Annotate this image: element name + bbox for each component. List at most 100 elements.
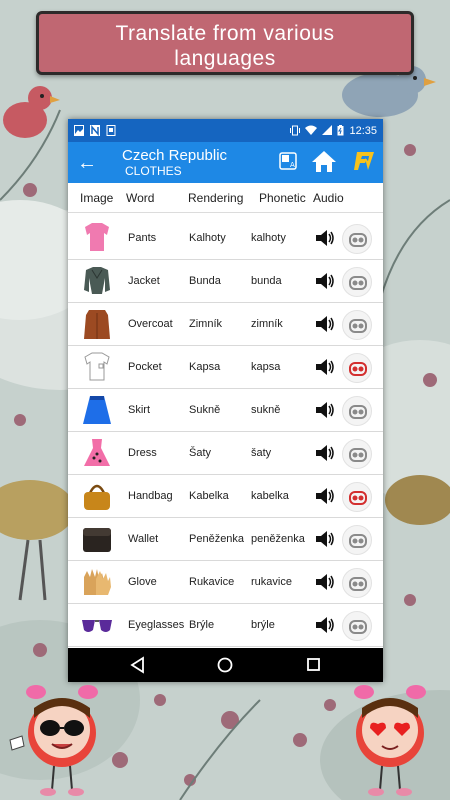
record-mask-icon (349, 620, 367, 634)
page-title: Czech Republic (122, 147, 228, 164)
mascot-girl-sunglasses (9, 685, 98, 796)
speaker-icon[interactable] (314, 227, 336, 249)
word-text: Jacket (128, 275, 160, 287)
rendering-text: Brýle (189, 619, 215, 631)
back-arrow-icon[interactable]: ← (68, 153, 106, 173)
rendering-text: Kalhoty (189, 232, 226, 244)
record-mask-icon (349, 405, 367, 419)
table-row[interactable]: Eyeglasses Brýle brýle (68, 604, 383, 647)
table-row[interactable]: Pocket Kapsa kapsa (68, 346, 383, 389)
rendering-text: Kabelka (189, 490, 229, 502)
speaker-icon[interactable] (314, 614, 336, 636)
table-row[interactable]: Overcoat Zimník zimník (68, 303, 383, 346)
phonetic-text: šaty (251, 447, 272, 459)
mascot-girl-heart-eyes (354, 685, 426, 796)
banner-line-1: Translate from various (115, 22, 335, 45)
record-button[interactable] (342, 310, 372, 340)
speaker-icon[interactable] (314, 571, 336, 593)
record-button[interactable] (342, 353, 372, 383)
rendering-text: Kapsa (189, 361, 221, 373)
speaker-icon[interactable] (314, 528, 336, 550)
rendering-text: Zimník (189, 318, 222, 330)
jacket-icon (84, 267, 110, 294)
record-button[interactable] (342, 525, 372, 555)
record-mask-icon (349, 448, 367, 462)
overcoat-icon (84, 310, 110, 339)
record-button[interactable] (342, 267, 372, 297)
speaker-icon[interactable] (314, 313, 336, 335)
pocket-shirt-icon (84, 352, 110, 381)
download-notification-icon (106, 125, 116, 136)
nav-back-icon[interactable] (130, 656, 144, 674)
record-button[interactable] (342, 396, 372, 426)
table-row[interactable]: Jacket Bunda bunda (68, 260, 383, 303)
skirt-icon (83, 396, 111, 424)
column-header-image: Image (80, 190, 114, 205)
rendering-text: Sukně (189, 404, 221, 416)
handbag-icon (84, 484, 110, 510)
nav-buttons (130, 656, 320, 674)
record-mask-icon (349, 319, 367, 333)
table-row[interactable]: Dress Šaty šaty (68, 432, 383, 475)
eyeglasses-icon (82, 620, 112, 632)
status-time: 12:35 (349, 124, 377, 137)
nav-recents-icon[interactable] (307, 658, 320, 671)
translate-icon[interactable]: A (279, 152, 297, 170)
phonetic-text: sukně (251, 404, 281, 416)
table-row[interactable]: Wallet Peněženka peněženka (68, 518, 383, 561)
phonetic-text: kalhoty (251, 232, 286, 244)
word-text: Pocket (128, 361, 162, 373)
record-mask-icon-active (349, 362, 367, 376)
fv-logo-icon[interactable] (351, 149, 375, 173)
word-text: Eyeglasses (128, 619, 185, 631)
speaker-icon[interactable] (314, 356, 336, 378)
glove-icon (84, 569, 111, 595)
word-text: Overcoat (128, 318, 173, 330)
table-row[interactable]: Handbag Kabelka kabelka (68, 475, 383, 518)
app-bar: ← Czech Republic CLOTHES A (68, 142, 383, 183)
speaker-icon[interactable] (314, 485, 336, 507)
speaker-icon[interactable] (314, 442, 336, 464)
pants-icon (85, 223, 109, 251)
phonetic-text: peněženka (251, 533, 305, 545)
record-button[interactable] (342, 224, 372, 254)
table-row[interactable]: Pants Kalhoty kalhoty (68, 217, 383, 260)
table-row[interactable]: Skirt Sukně sukně (68, 389, 383, 432)
word-text: Dress (128, 447, 157, 459)
vibrate-icon (290, 125, 301, 136)
nav-home-icon[interactable] (217, 657, 233, 673)
vocabulary-list[interactable]: Pants Kalhoty kalhoty Jacket Bunda bunda… (68, 213, 383, 647)
speaker-icon[interactable] (314, 399, 336, 421)
wifi-icon (305, 125, 318, 135)
phonetic-text: bunda (251, 275, 282, 287)
table-header: Image Word Rendering Phonetic Audio (68, 183, 383, 213)
dress-icon (84, 439, 110, 466)
banner-line-2: languages (174, 47, 276, 70)
rendering-text: Šaty (189, 447, 212, 459)
navigation-bar (68, 648, 383, 682)
word-text: Handbag (128, 490, 173, 502)
category-subtitle: CLOTHES (125, 164, 182, 178)
record-mask-icon (349, 233, 367, 247)
phonetic-text: kabelka (251, 490, 289, 502)
speaker-icon[interactable] (314, 270, 336, 292)
table-row[interactable]: Glove Rukavice rukavice (68, 561, 383, 604)
record-button[interactable] (342, 439, 372, 469)
phone-screen: 12:35 ← Czech Republic CLOTHES A Image W… (68, 119, 383, 682)
phonetic-text: brýle (251, 619, 275, 631)
word-text: Wallet (128, 533, 159, 545)
record-button[interactable] (342, 611, 372, 641)
phonetic-text: kapsa (251, 361, 281, 373)
column-header-phonetic: Phonetic (259, 190, 306, 205)
word-text: Pants (128, 232, 157, 244)
n-notification-icon (90, 125, 100, 136)
home-icon[interactable] (311, 149, 337, 173)
word-text: Skirt (128, 404, 150, 416)
column-header-rendering: Rendering (188, 190, 244, 205)
signal-icon (322, 125, 333, 135)
phonetic-text: rukavice (251, 576, 292, 588)
record-button[interactable] (342, 482, 372, 512)
word-text: Glove (128, 576, 157, 588)
record-button[interactable] (342, 568, 372, 598)
rendering-text: Bunda (189, 275, 221, 287)
